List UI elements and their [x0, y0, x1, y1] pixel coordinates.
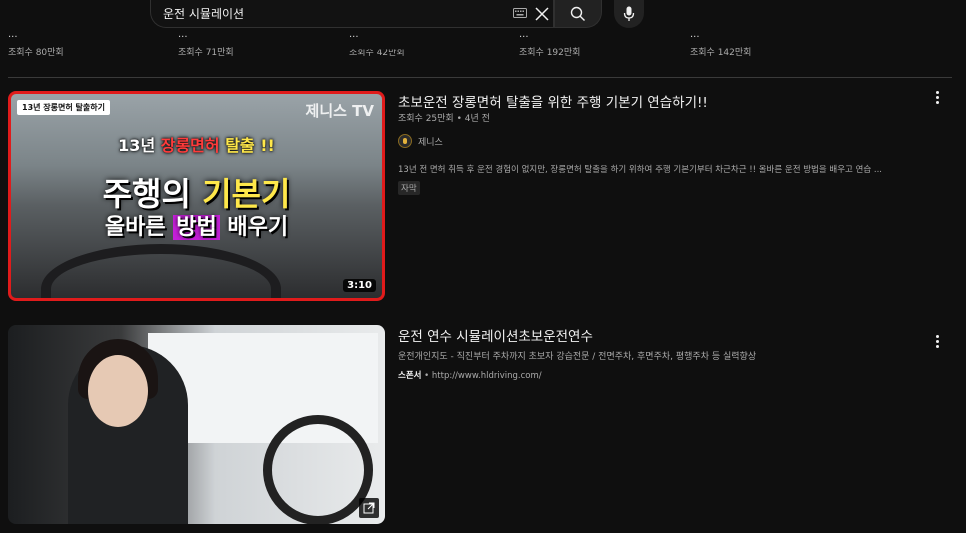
more-options-icon[interactable]	[932, 334, 942, 348]
microphone-icon	[623, 6, 635, 21]
more-options-icon[interactable]	[932, 90, 942, 104]
shelf-title[interactable]: ...	[690, 33, 700, 40]
shelf-views: 조회수 192만회	[519, 48, 581, 58]
driver-face-graphic	[88, 355, 148, 427]
section-divider	[8, 77, 952, 78]
thumbnail-tag: 13년 장롱면허 탈출하기	[17, 100, 110, 115]
ad-description: 운전개인지도 - 직진부터 주차까지 초보자 강습전문 / 전면주차, 후면주차…	[398, 352, 757, 362]
clear-icon[interactable]	[534, 6, 550, 22]
steering-wheel-graphic	[41, 244, 281, 298]
search-button[interactable]	[554, 0, 602, 28]
ad-title[interactable]: 운전 연수 시뮬레이션초보운전연수	[398, 325, 593, 345]
search-input[interactable]: 운전 시뮬레이션	[163, 5, 244, 22]
shelf-views: 조회수 142만회	[690, 48, 752, 58]
shelf-views: 조회수 42만회	[349, 48, 405, 58]
ad-sponsor-line[interactable]: 스폰서 • http://www.hldriving.com/	[398, 369, 542, 381]
video-description: 13년 전 면허 취득 후 운전 경험이 없지만, 장롱면허 탈출을 하기 위하…	[398, 165, 883, 175]
shelf-title[interactable]: ...	[349, 33, 359, 40]
thumbnail-caption-1: 13년 장롱면허 탈출 !!	[118, 136, 275, 155]
sponsor-url: • http://www.hldriving.com/	[421, 371, 542, 381]
shorts-shelf: ... 조회수 80만회 ... 조회수 71만회 ... 조회수 42만회 .…	[0, 32, 966, 58]
channel-avatar[interactable]	[398, 134, 412, 148]
steering-wheel-graphic	[263, 415, 373, 524]
shelf-title[interactable]: ...	[519, 33, 529, 40]
keyboard-icon[interactable]	[513, 8, 527, 18]
sponsor-label: 스폰서	[398, 371, 422, 381]
shelf-title[interactable]: ...	[178, 33, 188, 40]
channel-name[interactable]: 제니스	[418, 135, 443, 148]
video-meta: 조회수 25만회 • 4년 전	[398, 114, 490, 124]
video-title[interactable]: 초보운전 장롱면허 탈출을 위한 주행 기본기 연습하기!!	[398, 91, 708, 111]
thumbnail-caption-3: 올바른 방법 배우기	[104, 215, 289, 240]
shelf-title[interactable]: ...	[8, 33, 18, 40]
shelf-views: 조회수 80만회	[8, 48, 64, 58]
voice-search-button[interactable]	[614, 0, 644, 28]
duration-badge: 3:10	[343, 279, 376, 292]
ad-thumbnail[interactable]	[8, 325, 385, 524]
shelf-views: 조회수 71만회	[178, 48, 234, 58]
search-icon	[570, 6, 585, 21]
video-thumbnail[interactable]: 13년 장롱면허 탈출하기 제니스 TV 13년 장롱면허 탈출 !! 주행의 …	[8, 91, 385, 301]
subtitles-badge: 자막	[398, 181, 420, 195]
external-link-icon[interactable]	[359, 498, 379, 518]
thumbnail-brand: 제니스 TV	[305, 102, 374, 120]
search-box[interactable]: 운전 시뮬레이션	[150, 0, 554, 28]
channel-link[interactable]: 제니스	[398, 133, 443, 149]
